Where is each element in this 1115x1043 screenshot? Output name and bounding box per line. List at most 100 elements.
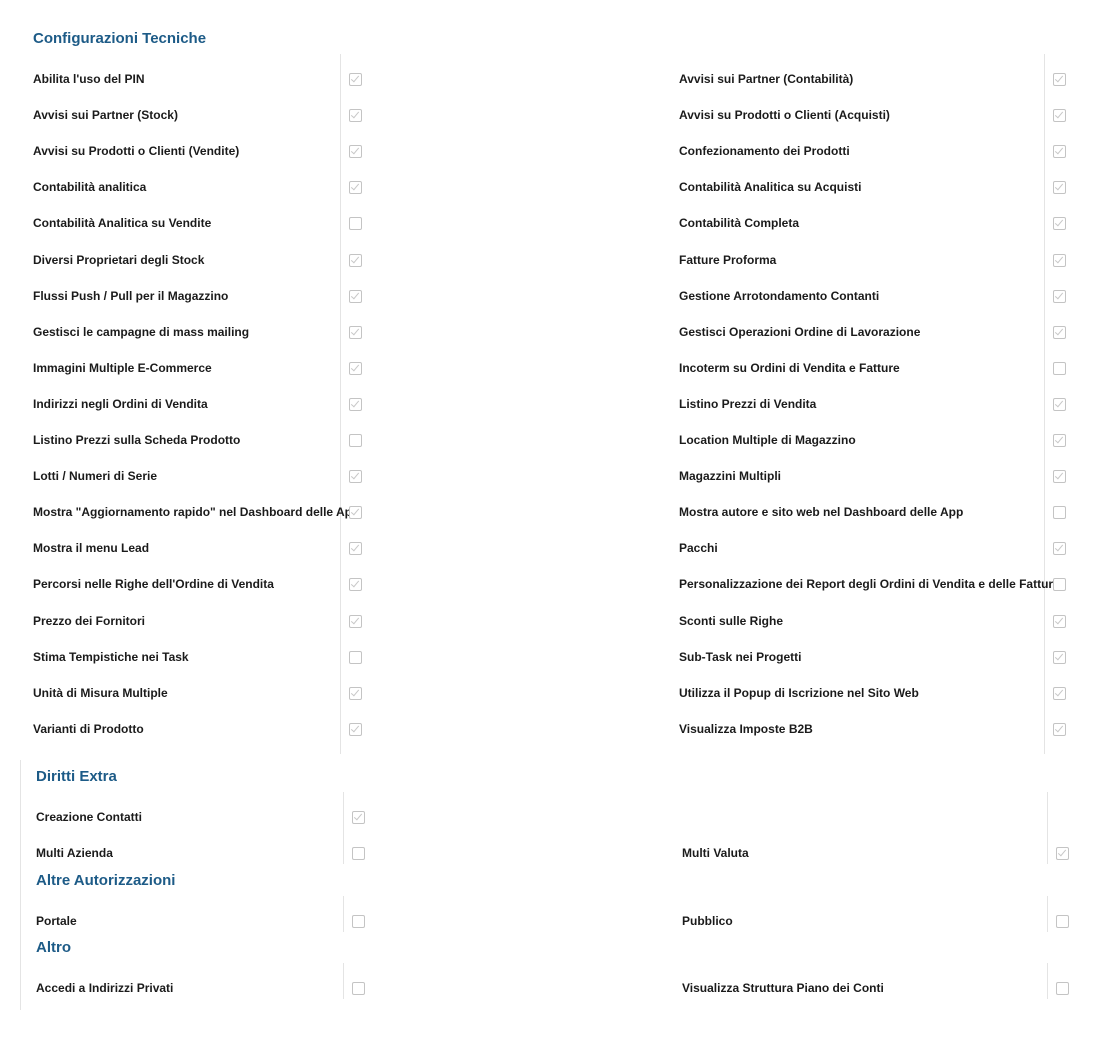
setting-label-lotti-numeri-di-serie: Lotti / Numeri di Serie [33, 469, 158, 483]
setting-label-confezionamento-dei-prodotti: Confezionamento dei Prodotti [679, 144, 850, 158]
checkbox-flussi-push-pull-per-il-magazzino[interactable] [349, 290, 362, 303]
checkbox-lotti-numeri-di-serie[interactable] [349, 470, 362, 483]
checkbox-immagini-multiple-e-commerce[interactable] [349, 362, 362, 375]
setting-label-portale: Portale [36, 914, 77, 928]
separator-diritti-right [1047, 792, 1048, 864]
checkbox-gestione-arrotondamento-contanti[interactable] [1053, 290, 1066, 303]
checkbox-gestisci-le-campagne-di-mass-mailing[interactable] [349, 326, 362, 339]
setting-label-indirizzi-negli-ordini-di-vendita: Indirizzi negli Ordini di Vendita [33, 397, 208, 411]
separator-tecniche-right [1044, 54, 1045, 754]
setting-label-fatture-proforma: Fatture Proforma [679, 253, 777, 267]
setting-label-unita-di-misura-multiple: Unità di Misura Multiple [33, 686, 168, 700]
section-title-configurazioni-tecniche: Configurazioni Tecniche [33, 30, 207, 47]
setting-label-avvisi-su-prodotti-o-clienti-vendite: Avvisi su Prodotti o Clienti (Vendite) [33, 144, 240, 158]
setting-label-multi-azienda: Multi Azienda [36, 846, 113, 860]
setting-label-accedi-a-indirizzi-privati: Accedi a Indirizzi Privati [36, 981, 174, 995]
checkbox-pacchi[interactable] [1053, 542, 1066, 555]
setting-label-magazzini-multipli: Magazzini Multipli [679, 469, 781, 483]
setting-label-percorsi-nelle-righe-dell-ordine-di-vendita: Percorsi nelle Righe dell'Ordine di Vend… [33, 577, 274, 591]
setting-label-visualizza-struttura-piano-dei-conti: Visualizza Struttura Piano dei Conti [682, 981, 884, 995]
checkbox-mostra-autore-e-sito-web-nel-dashboard-delle-app[interactable] [1053, 506, 1066, 519]
setting-label-pubblico: Pubblico [682, 914, 733, 928]
checkbox-portale[interactable] [352, 915, 365, 928]
separator-altre-right [1047, 896, 1048, 932]
checkbox-confezionamento-dei-prodotti[interactable] [1053, 145, 1066, 158]
checkbox-contabilita-analitica[interactable] [349, 181, 362, 194]
checkbox-unita-di-misura-multiple[interactable] [349, 687, 362, 700]
separator-altro-left [343, 963, 344, 999]
checkbox-visualizza-imposte-b2b[interactable] [1053, 723, 1066, 736]
checkbox-avvisi-su-prodotti-o-clienti-acquisti[interactable] [1053, 109, 1066, 122]
checkbox-pubblico[interactable] [1056, 915, 1069, 928]
checkbox-multi-valuta[interactable] [1056, 847, 1069, 860]
setting-label-listino-prezzi-sulla-scheda-prodotto: Listino Prezzi sulla Scheda Prodotto [33, 433, 241, 447]
checkbox-stima-tempistiche-nei-task[interactable] [349, 651, 362, 664]
setting-label-visualizza-imposte-b2b: Visualizza Imposte B2B [679, 722, 813, 736]
checkbox-fatture-proforma[interactable] [1053, 254, 1066, 267]
setting-label-creazione-contatti: Creazione Contatti [36, 810, 143, 824]
checkbox-sub-task-nei-progetti[interactable] [1053, 651, 1066, 664]
checkbox-varianti-di-prodotto[interactable] [349, 723, 362, 736]
setting-label-listino-prezzi-di-vendita: Listino Prezzi di Vendita [679, 397, 817, 411]
checkbox-avvisi-sui-partner-contabilita[interactable] [1053, 73, 1066, 86]
section-title-altro: Altro [36, 939, 71, 956]
checkbox-percorsi-nelle-righe-dell-ordine-di-vendita[interactable] [349, 578, 362, 591]
checkbox-listino-prezzi-di-vendita[interactable] [1053, 398, 1066, 411]
setting-label-avvisi-sui-partner-stock: Avvisi sui Partner (Stock) [33, 108, 178, 122]
setting-label-avvisi-su-prodotti-o-clienti-acquisti: Avvisi su Prodotti o Clienti (Acquisti) [679, 108, 890, 122]
checkbox-avvisi-sui-partner-stock[interactable] [349, 109, 362, 122]
checkbox-personalizzazione-dei-report-degli-ordini-di-vendita-e-delle-fatture[interactable] [1053, 578, 1066, 591]
checkbox-avvisi-su-prodotti-o-clienti-vendite[interactable] [349, 145, 362, 158]
checkbox-location-multiple-di-magazzino[interactable] [1053, 434, 1066, 447]
setting-label-avvisi-sui-partner-contabilita: Avvisi sui Partner (Contabilità) [679, 72, 854, 86]
checkbox-accedi-a-indirizzi-privati[interactable] [352, 982, 365, 995]
setting-label-utilizza-il-popup-di-iscrizione-nel-sito-web: Utilizza il Popup di Iscrizione nel Sito… [679, 686, 919, 700]
separator-outer-left [20, 760, 21, 1010]
setting-label-pacchi: Pacchi [679, 541, 718, 555]
setting-label-varianti-di-prodotto: Varianti di Prodotto [33, 722, 144, 736]
setting-label-personalizzazione-dei-report-degli-ordini-di-vendita-e-delle-fatture: Personalizzazione dei Report degli Ordin… [679, 577, 1060, 591]
checkbox-contabilita-analitica-su-acquisti[interactable] [1053, 181, 1066, 194]
setting-label-flussi-push-pull-per-il-magazzino: Flussi Push / Pull per il Magazzino [33, 289, 229, 303]
setting-label-location-multiple-di-magazzino: Location Multiple di Magazzino [679, 433, 856, 447]
section-title-diritti-extra: Diritti Extra [36, 768, 117, 785]
setting-label-stima-tempistiche-nei-task: Stima Tempistiche nei Task [33, 650, 189, 664]
setting-label-contabilita-analitica: Contabilità analitica [33, 180, 147, 194]
setting-label-contabilita-analitica-su-vendite: Contabilità Analitica su Vendite [33, 216, 212, 230]
checkbox-visualizza-struttura-piano-dei-conti[interactable] [1056, 982, 1069, 995]
checkbox-utilizza-il-popup-di-iscrizione-nel-sito-web[interactable] [1053, 687, 1066, 700]
setting-label-multi-valuta: Multi Valuta [682, 846, 749, 860]
checkbox-listino-prezzi-sulla-scheda-prodotto[interactable] [349, 434, 362, 447]
setting-label-prezzo-dei-fornitori: Prezzo dei Fornitori [33, 614, 146, 628]
checkbox-contabilita-analitica-su-vendite[interactable] [349, 217, 362, 230]
checkbox-diversi-proprietari-degli-stock[interactable] [349, 254, 362, 267]
setting-label-incoterm-su-ordini-di-vendita-e-fatture: Incoterm su Ordini di Vendita e Fatture [679, 361, 900, 375]
setting-label-immagini-multiple-e-commerce: Immagini Multiple E-Commerce [33, 361, 212, 375]
setting-label-sub-task-nei-progetti: Sub-Task nei Progetti [679, 650, 802, 664]
checkbox-mostra-aggiornamento-rapido-nel-dashboard-delle-app[interactable] [349, 506, 362, 519]
setting-label-mostra-autore-e-sito-web-nel-dashboard-delle-app: Mostra autore e sito web nel Dashboard d… [679, 505, 964, 519]
separator-tecniche-left [340, 54, 341, 754]
setting-label-abilita-l-uso-del-pin: Abilita l'uso del PIN [33, 72, 145, 86]
separator-diritti-left [343, 792, 344, 864]
checkbox-prezzo-dei-fornitori[interactable] [349, 615, 362, 628]
checkbox-gestisci-operazioni-ordine-di-lavorazione[interactable] [1053, 326, 1066, 339]
setting-label-mostra-aggiornamento-rapido-nel-dashboard-delle-app: Mostra "Aggiornamento rapido" nel Dashbo… [33, 505, 360, 519]
checkbox-creazione-contatti[interactable] [352, 811, 365, 824]
checkbox-multi-azienda[interactable] [352, 847, 365, 860]
setting-label-gestione-arrotondamento-contanti: Gestione Arrotondamento Contanti [679, 289, 880, 303]
setting-label-gestisci-operazioni-ordine-di-lavorazione: Gestisci Operazioni Ordine di Lavorazion… [679, 325, 921, 339]
separator-altre-left [343, 896, 344, 932]
checkbox-mostra-il-menu-lead[interactable] [349, 542, 362, 555]
separator-altro-right [1047, 963, 1048, 999]
section-title-altre-autorizzazioni: Altre Autorizzazioni [36, 872, 176, 889]
checkbox-magazzini-multipli[interactable] [1053, 470, 1066, 483]
checkbox-contabilita-completa[interactable] [1053, 217, 1066, 230]
checkbox-incoterm-su-ordini-di-vendita-e-fatture[interactable] [1053, 362, 1066, 375]
setting-label-contabilita-completa: Contabilità Completa [679, 216, 800, 230]
checkbox-indirizzi-negli-ordini-di-vendita[interactable] [349, 398, 362, 411]
setting-label-diversi-proprietari-degli-stock: Diversi Proprietari degli Stock [33, 253, 205, 267]
checkbox-sconti-sulle-righe[interactable] [1053, 615, 1066, 628]
checkbox-abilita-l-uso-del-pin[interactable] [349, 73, 362, 86]
setting-label-mostra-il-menu-lead: Mostra il menu Lead [33, 541, 150, 555]
